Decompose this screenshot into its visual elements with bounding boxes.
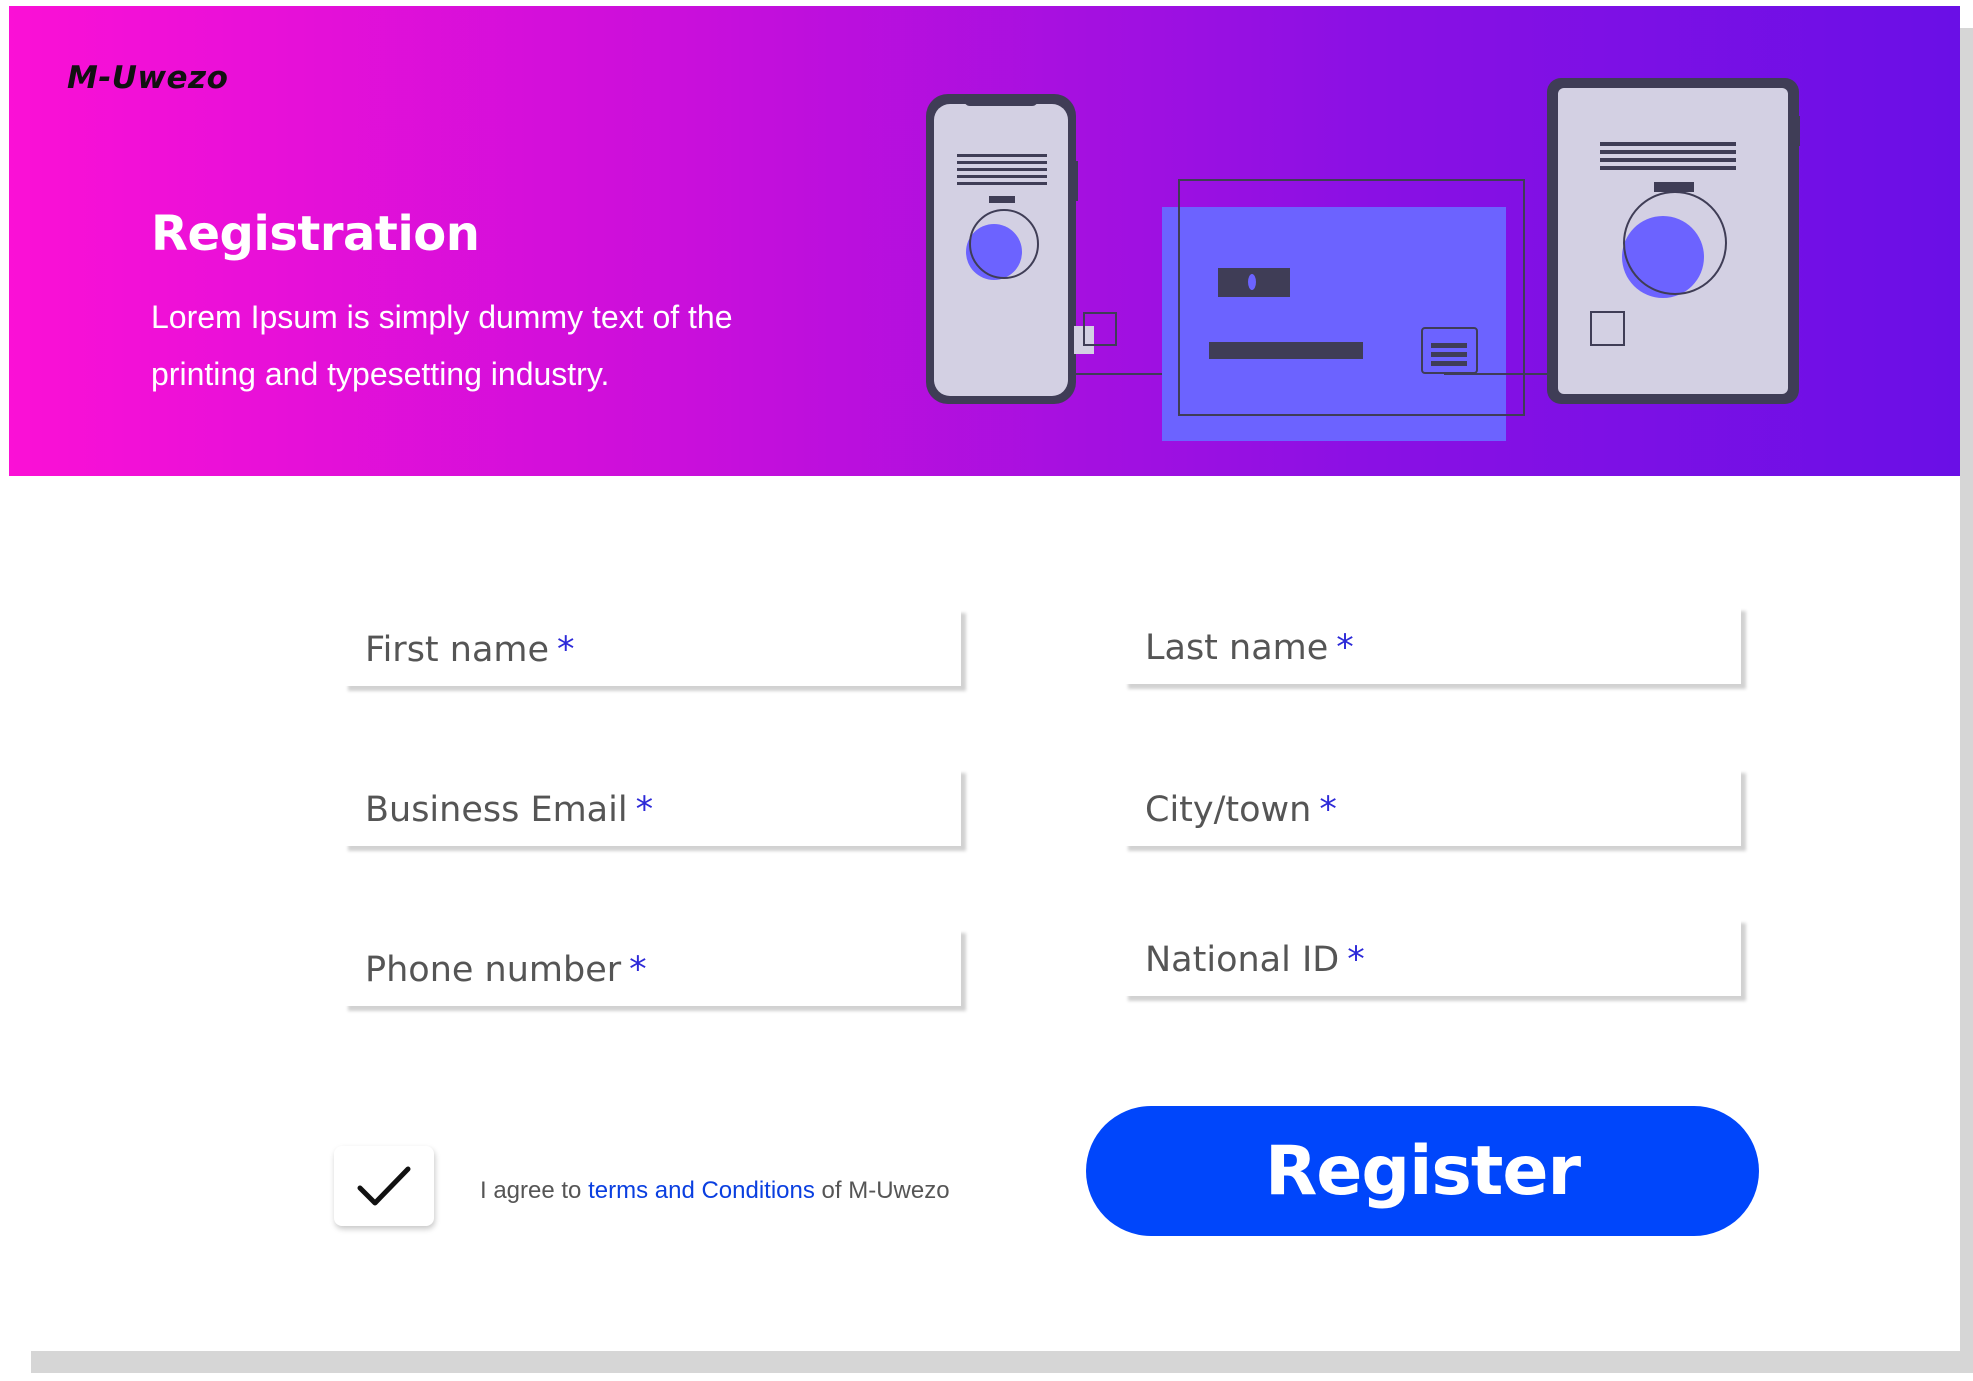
agreement-text: I agree to terms and Conditions of M-Uwe…	[480, 1177, 950, 1205]
agreement-prefix: I agree to	[480, 1177, 582, 1204]
page-title: Registration	[151, 206, 480, 262]
agreement-suffix: of M-Uwezo	[821, 1177, 950, 1204]
checkmark-icon	[357, 1166, 411, 1206]
terms-link[interactable]: terms and Conditions	[588, 1177, 815, 1204]
registration-card: M-Uwezo Registration Lorem Ipsum is simp…	[9, 6, 1960, 1351]
first-name-field[interactable]: First name *	[343, 608, 965, 688]
last-name-field[interactable]: Last name *	[1123, 606, 1745, 686]
last-name-input[interactable]	[1123, 606, 1745, 686]
agree-checkbox[interactable]	[334, 1146, 434, 1226]
card-shape	[1162, 207, 1506, 441]
national-id-input[interactable]	[1123, 918, 1745, 998]
devices-illustration	[926, 78, 1800, 441]
first-name-input[interactable]	[343, 608, 965, 688]
phone-number-input[interactable]	[343, 928, 965, 1008]
page-subtitle: Lorem Ipsum is simply dummy text of the …	[151, 299, 733, 392]
business-email-input[interactable]	[343, 768, 965, 848]
business-email-field[interactable]: Business Email *	[343, 768, 965, 848]
city-town-input[interactable]	[1123, 768, 1745, 848]
phone-number-field[interactable]: Phone number *	[343, 928, 965, 1008]
header-banner: M-Uwezo Registration Lorem Ipsum is simp…	[9, 6, 1960, 476]
register-button[interactable]: Register	[1086, 1106, 1759, 1236]
city-town-field[interactable]: City/town *	[1123, 768, 1745, 848]
national-id-field[interactable]: National ID *	[1123, 918, 1745, 998]
brand-logo: M-Uwezo	[67, 60, 229, 96]
